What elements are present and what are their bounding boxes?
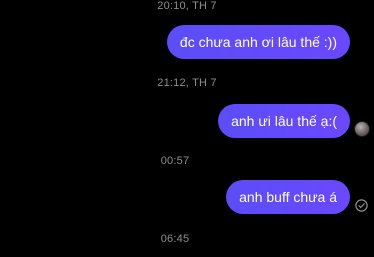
message-text: anh ưi lâu thế ạ:( bbox=[231, 112, 337, 129]
timestamp: 20:10, TH 7 bbox=[157, 0, 217, 12]
timestamp: 00:57 bbox=[160, 155, 190, 167]
message-bubble-sent[interactable]: đc chưa anh ơi lâu thế :)) bbox=[166, 25, 350, 59]
message-text: anh buff chưa á bbox=[239, 188, 337, 205]
message-text: đc chưa anh ơi lâu thế :)) bbox=[179, 33, 337, 50]
message-bubble-sent[interactable]: anh ưi lâu thế ạ:( bbox=[218, 104, 350, 138]
chat-thread: 20:10, TH 7 đc chưa anh ơi lâu thế :)) 2… bbox=[0, 0, 374, 257]
sent-check-icon bbox=[355, 199, 368, 212]
seen-avatar bbox=[355, 122, 369, 136]
message-bubble-sent[interactable]: anh buff chưa á bbox=[226, 180, 350, 214]
timestamp: 06:45 bbox=[160, 233, 190, 245]
timestamp: 21:12, TH 7 bbox=[157, 77, 217, 89]
